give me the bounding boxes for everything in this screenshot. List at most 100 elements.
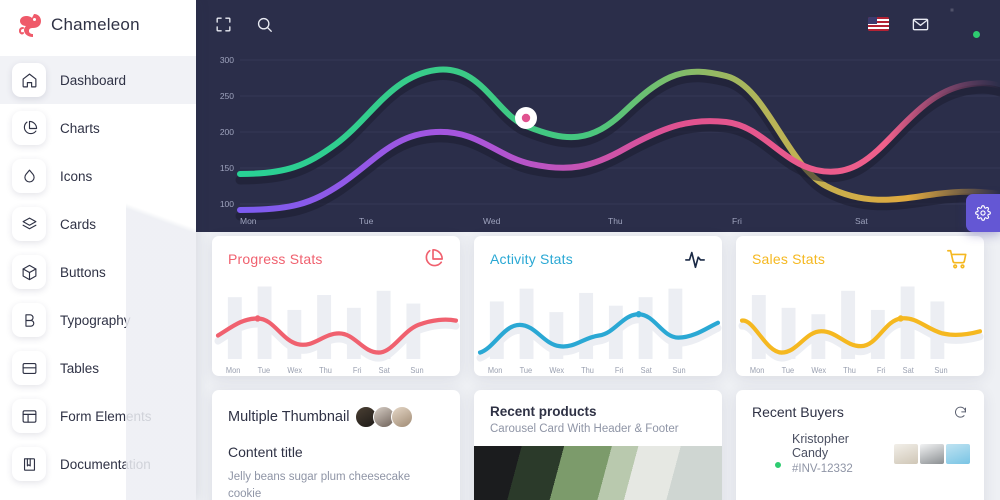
sidebar-item-icons[interactable]: Icons <box>0 152 196 200</box>
sidebar-item-tables[interactable]: Tables <box>0 344 196 392</box>
sidebar-item-cards[interactable]: Cards <box>0 200 196 248</box>
svg-text:Fri: Fri <box>877 366 886 375</box>
sparkline-marker <box>897 315 904 322</box>
sidebar-item-label: Tables <box>60 360 100 376</box>
svg-text:Mon: Mon <box>488 366 502 375</box>
topbar-right-actions <box>868 10 986 39</box>
card-title: Sales Stats <box>752 251 826 267</box>
product-thumb[interactable] <box>894 443 918 464</box>
refresh-icon[interactable] <box>953 405 968 420</box>
product-thumb[interactable] <box>946 443 970 464</box>
chart-marker[interactable] <box>515 107 537 129</box>
sidebar-item-label: Documentation <box>60 456 151 472</box>
content-title: Content title <box>228 444 303 460</box>
buyer-product-thumbs <box>894 443 970 464</box>
settings-fab-button[interactable] <box>966 194 1000 232</box>
gear-icon <box>975 205 991 221</box>
svg-text:Sat: Sat <box>855 216 868 226</box>
card-title: Multiple Thumbnail <box>228 409 350 425</box>
svg-text:Mon: Mon <box>240 216 257 226</box>
svg-text:Sun: Sun <box>410 366 423 375</box>
dashboard-app: Chameleon Dashboard Charts Icons Cards B… <box>0 0 1000 500</box>
sidebar-item-typography[interactable]: Typography <box>0 296 196 344</box>
brand[interactable]: Chameleon <box>0 0 196 50</box>
thumbnail-group <box>355 406 414 428</box>
multiple-thumbnail-card[interactable]: Multiple Thumbnail Content title Jelly b… <box>212 390 460 500</box>
sidebar-item-label: Dashboard <box>60 72 127 88</box>
search-icon[interactable] <box>255 15 274 34</box>
activity-stats-card[interactable]: Activity Stats Mon Tue Wex Thu Fri Sat S… <box>474 236 722 376</box>
progress-stats-card[interactable]: Progress Stats Mon Tue Wex Thu Fri Sat S… <box>212 236 460 376</box>
product-thumb[interactable] <box>920 443 944 464</box>
fullscreen-expand-icon[interactable] <box>214 15 233 34</box>
pulse-icon <box>685 251 705 269</box>
svg-text:Sat: Sat <box>641 366 653 375</box>
buyer-row[interactable]: Kristopher Candy #INV-12332 <box>736 430 984 475</box>
sales-stats-card[interactable]: Sales Stats Mon Tue Wex Thu Fri Sat Sun <box>736 236 984 376</box>
card-header: Recent Buyers <box>736 390 984 430</box>
svg-text:Thu: Thu <box>319 366 332 375</box>
svg-text:Thu: Thu <box>608 216 623 226</box>
sidebar-item-documentation[interactable]: Documentation <box>0 440 196 488</box>
svg-text:Sat: Sat <box>379 366 391 375</box>
chameleon-logo-icon <box>18 14 41 37</box>
sparkline-marker <box>254 315 261 322</box>
card-header: Recent products Carousel Card With Heade… <box>474 390 722 446</box>
book-icon <box>12 447 46 481</box>
svg-text:Tue: Tue <box>520 366 533 375</box>
card-title: Recent Buyers <box>752 404 844 420</box>
buyer-avatar <box>752 439 782 469</box>
svg-text:Wex: Wex <box>287 366 302 375</box>
droplet-icon <box>12 159 46 193</box>
sidebar-item-buttons[interactable]: Buttons <box>0 248 196 296</box>
status-badge <box>774 460 782 469</box>
us-flag-icon[interactable] <box>868 17 889 31</box>
avatar-thumb[interactable] <box>391 406 414 428</box>
sidebar-item-form-elements[interactable]: Form Elements <box>0 392 196 440</box>
status-badge <box>972 30 981 39</box>
sidebar-item-dashboard[interactable]: Dashboard <box>0 56 196 104</box>
topbar <box>196 0 1000 48</box>
main-chart-svg: 300 250 200 150 100 Mon Tue Wed Thu Fri … <box>220 55 1000 226</box>
sidebar-item-charts[interactable]: Charts <box>0 104 196 152</box>
svg-text:250: 250 <box>220 91 234 101</box>
svg-text:Mon: Mon <box>750 366 764 375</box>
svg-text:300: 300 <box>220 55 234 65</box>
recent-products-card[interactable]: Recent products Carousel Card With Heade… <box>474 390 722 500</box>
table-icon <box>12 351 46 385</box>
svg-text:100: 100 <box>220 199 234 209</box>
svg-text:Tue: Tue <box>359 216 374 226</box>
svg-text:Thu: Thu <box>581 366 594 375</box>
card-title: Recent products <box>490 404 597 419</box>
card-sparkline: Mon Tue Wex Thu Fri Sat Sun <box>474 278 722 376</box>
card-sparkline: Mon Tue Wex Thu Fri Sat Sun <box>736 278 984 376</box>
layers-icon <box>12 207 46 241</box>
sparkline-x-axis: Mon Tue Wex Thu Fri Sat Sun <box>488 366 686 375</box>
svg-text:Tue: Tue <box>782 366 795 375</box>
svg-text:Thu: Thu <box>843 366 856 375</box>
envelope-icon[interactable] <box>911 15 930 34</box>
svg-text:Tue: Tue <box>258 366 271 375</box>
sparkline-marker <box>635 311 642 318</box>
pie-chart-icon <box>12 111 46 145</box>
avatar[interactable] <box>952 10 981 39</box>
content-text: Jelly beans sugar plum cheesecake cookie <box>228 471 411 500</box>
svg-text:Sun: Sun <box>672 366 685 375</box>
brand-name: Chameleon <box>51 15 140 34</box>
svg-text:Wex: Wex <box>811 366 826 375</box>
card-header: Sales Stats <box>736 236 984 278</box>
svg-text:Sat: Sat <box>903 366 915 375</box>
card-title: Activity Stats <box>490 251 573 267</box>
svg-text:Fri: Fri <box>615 366 624 375</box>
svg-text:Fri: Fri <box>732 216 742 226</box>
svg-text:Fri: Fri <box>353 366 362 375</box>
topbar-left-actions <box>214 15 274 34</box>
card-subtitle: Carousel Card With Header & Footer <box>490 423 679 435</box>
svg-text:150: 150 <box>220 163 234 173</box>
hero-panel: 300 250 200 150 100 Mon Tue Wed Thu Fri … <box>196 0 1000 232</box>
recent-buyers-card[interactable]: Recent Buyers Kristopher Candy #INV-1233… <box>736 390 984 500</box>
svg-text:Wed: Wed <box>483 216 501 226</box>
card-title: Progress Stats <box>228 251 323 267</box>
home-icon <box>12 63 46 97</box>
shopping-cart-icon <box>947 249 967 269</box>
